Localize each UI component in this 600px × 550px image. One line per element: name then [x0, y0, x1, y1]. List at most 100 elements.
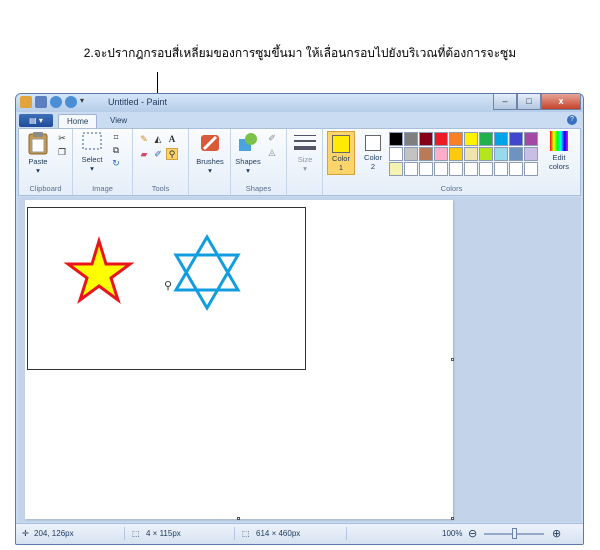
- drawing-canvas[interactable]: ⚲: [25, 200, 454, 520]
- color-swatch[interactable]: [449, 162, 463, 176]
- color2-number: 2: [370, 162, 376, 171]
- tools-group: ✎ ◭ A ▰ ✐ ⚲ Tools: [133, 129, 189, 195]
- window-controls: – □ x: [493, 94, 581, 110]
- color-swatch[interactable]: [524, 162, 538, 176]
- color-swatch[interactable]: [419, 132, 433, 146]
- cut-icon[interactable]: ✂: [57, 133, 67, 143]
- color-swatch[interactable]: [479, 147, 493, 161]
- color2-button[interactable]: Color 2: [359, 131, 387, 175]
- select-button[interactable]: Select ▾: [77, 131, 107, 175]
- color-swatch[interactable]: [449, 147, 463, 161]
- rainbow-icon: [550, 131, 568, 151]
- color-swatch[interactable]: [434, 147, 448, 161]
- clipboard-icon: [28, 132, 48, 155]
- outline-icon[interactable]: ✐: [267, 133, 277, 143]
- tab-view[interactable]: View: [102, 114, 135, 128]
- close-button[interactable]: x: [541, 94, 581, 110]
- color-swatch[interactable]: [419, 147, 433, 161]
- minimize-button[interactable]: –: [493, 94, 517, 110]
- color-swatch[interactable]: [404, 162, 418, 176]
- tab-home[interactable]: Home: [58, 114, 98, 128]
- edit-colors-button[interactable]: Edit colors: [543, 131, 575, 179]
- color-swatch[interactable]: [389, 132, 403, 146]
- colors-group-label: Colors: [440, 184, 463, 193]
- ribbon: Paste ▾ ✂ ❐ Clipboard Select ▾ ⌗ ⧉ ↻ Ima…: [18, 128, 581, 196]
- canvas-resize-handle-bottom[interactable]: [237, 517, 240, 520]
- crop-icon[interactable]: ⌗: [111, 132, 121, 142]
- color-swatch[interactable]: [524, 147, 538, 161]
- tools-group-label: Tools: [151, 184, 170, 193]
- zoom-in-button[interactable]: ⊕: [552, 527, 561, 540]
- color-swatch[interactable]: [494, 132, 508, 146]
- brush-icon: [201, 135, 219, 151]
- resize-icon[interactable]: ⧉: [111, 145, 121, 155]
- text-icon[interactable]: A: [167, 134, 177, 144]
- zoom-slider-thumb[interactable]: [512, 528, 517, 539]
- clipboard-group: Paste ▾ ✂ ❐ Clipboard: [19, 129, 73, 195]
- color-swatch[interactable]: [464, 147, 478, 161]
- select-label: Select: [81, 155, 103, 164]
- color-swatch[interactable]: [464, 162, 478, 176]
- color-swatch[interactable]: [404, 132, 418, 146]
- color-swatch[interactable]: [509, 162, 523, 176]
- color-swatch[interactable]: [389, 162, 403, 176]
- color-swatch[interactable]: [434, 162, 448, 176]
- size-button[interactable]: Size ▾: [291, 133, 319, 183]
- eraser-icon[interactable]: ▰: [139, 149, 149, 159]
- cursor-position: 204, 126px: [34, 529, 74, 538]
- color-swatch[interactable]: [494, 162, 508, 176]
- work-area[interactable]: ⚲: [18, 197, 581, 522]
- pencil-icon[interactable]: ✎: [139, 134, 149, 144]
- color-swatch[interactable]: [479, 162, 493, 176]
- selection-size-icon: ⬚: [132, 529, 140, 538]
- paste-dropdown-icon: ▾: [36, 166, 40, 175]
- help-icon[interactable]: ?: [567, 115, 577, 125]
- customize-qat-icon[interactable]: ▾: [80, 96, 92, 108]
- window-title: Untitled - Paint: [108, 97, 168, 107]
- zoom-out-button[interactable]: ⊖: [468, 527, 477, 540]
- color-swatch[interactable]: [419, 162, 433, 176]
- line-size-icon: [294, 135, 316, 150]
- paste-label: Paste: [28, 157, 48, 166]
- edit-colors-label-2: colors: [548, 162, 569, 171]
- color2-swatch: [365, 135, 381, 151]
- shapes-group: Shapes ▾ ✐ ◬ Shapes: [231, 129, 287, 195]
- save-icon[interactable]: [35, 96, 47, 108]
- magnifier-icon[interactable]: ⚲: [166, 148, 178, 160]
- selection-size: 4 × 115px: [146, 529, 181, 538]
- maximize-button[interactable]: □: [517, 94, 541, 110]
- color2-label: Color: [364, 153, 382, 162]
- color-palette: [389, 132, 538, 176]
- edit-colors-label-1: Edit: [552, 153, 566, 162]
- paste-button[interactable]: Paste ▾: [23, 131, 53, 175]
- copy-icon[interactable]: ❐: [57, 147, 67, 157]
- color-swatch[interactable]: [479, 132, 493, 146]
- color-picker-icon[interactable]: ✐: [153, 149, 163, 159]
- color-swatch[interactable]: [449, 132, 463, 146]
- color-swatch[interactable]: [524, 132, 538, 146]
- canvas-resize-handle-right[interactable]: [451, 358, 454, 361]
- paint-window: ▾ Untitled - Paint – □ x ▤ ▾ Home View ?…: [15, 93, 584, 545]
- brushes-button[interactable]: Brushes ▾: [193, 131, 227, 191]
- rotate-icon[interactable]: ↻: [111, 158, 121, 168]
- color-swatch[interactable]: [389, 147, 403, 161]
- color-swatch[interactable]: [434, 132, 448, 146]
- paint-menu-button[interactable]: ▤ ▾: [19, 114, 53, 127]
- shapes-button[interactable]: Shapes ▾: [233, 131, 263, 179]
- fill-icon[interactable]: ◭: [153, 134, 163, 144]
- color-swatch[interactable]: [464, 132, 478, 146]
- redo-icon[interactable]: [65, 96, 77, 108]
- brushes-label: Brushes: [196, 157, 224, 166]
- canvas-resize-handle-corner[interactable]: [451, 517, 454, 520]
- fill-shape-icon[interactable]: ◬: [267, 147, 277, 157]
- color-swatch[interactable]: [509, 147, 523, 161]
- color-swatch[interactable]: [494, 147, 508, 161]
- color-swatch[interactable]: [509, 132, 523, 146]
- color1-button[interactable]: Color 1: [327, 131, 355, 175]
- undo-icon[interactable]: [50, 96, 62, 108]
- paint-app-icon[interactable]: [20, 96, 32, 108]
- brushes-dropdown-icon: ▾: [208, 166, 212, 175]
- canvas-size: 614 × 460px: [256, 529, 301, 538]
- color-swatch[interactable]: [404, 147, 418, 161]
- size-label: Size: [297, 155, 313, 164]
